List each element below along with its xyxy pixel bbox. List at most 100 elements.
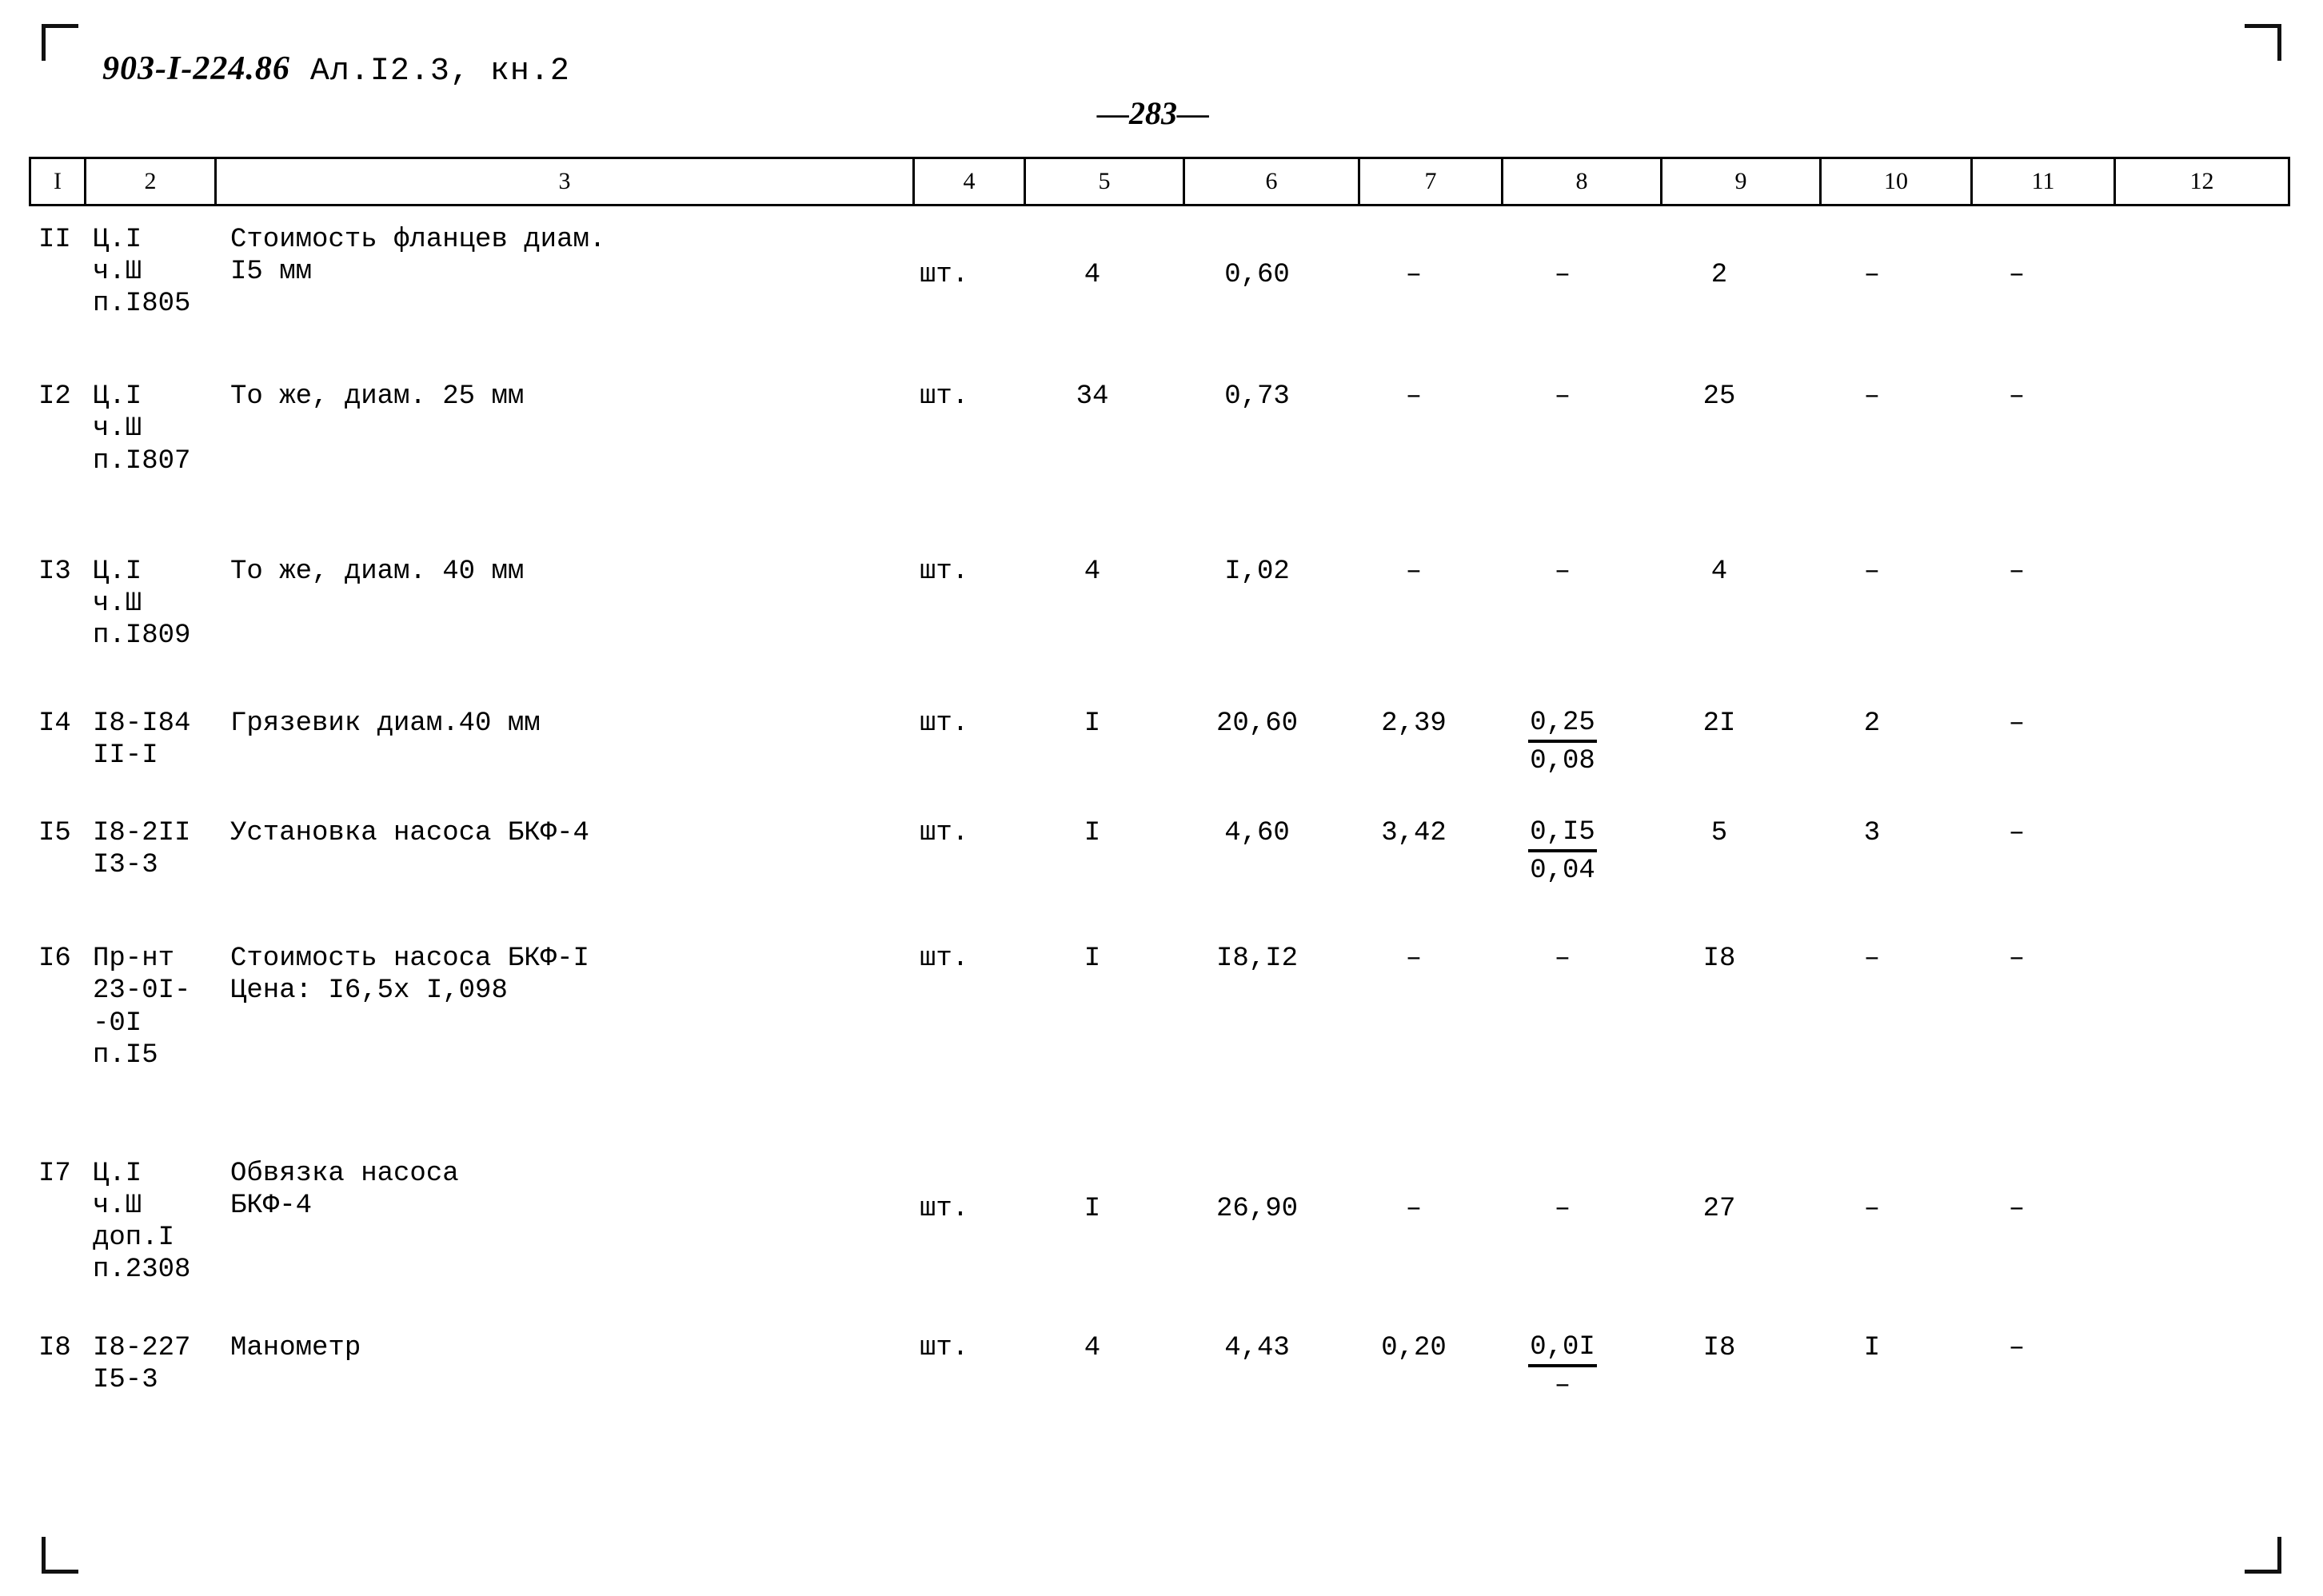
row-quantity: 4 (1084, 556, 1101, 587)
row-reference: Ц.I ч.Ш п.I807 (93, 381, 191, 477)
row-col6-unit-cost: I,02 (1224, 556, 1290, 587)
row-spacer (29, 1071, 2290, 1121)
row-col9-total: 5 (1710, 818, 1728, 849)
column-header-11: 11 (1970, 157, 2116, 206)
row-reference: I8-I84 II-I (93, 708, 191, 772)
table-row[interactable]: I4 I8-I84 II-I Грязевик диам.40 мм шт. I 20,6… (29, 688, 2290, 777)
row-col11: – (2008, 1333, 2026, 1364)
table-row[interactable]: I7 Ц.I ч.Ш доп.I п.2308 Обвязка насоса БКФ… (29, 1121, 2290, 1286)
row-description: Установка насоса БКФ-4 (230, 818, 589, 849)
row-number: I2 (38, 381, 71, 413)
row-col12 (2087, 1300, 2290, 1402)
row-col6-unit-cost: 4,43 (1224, 1333, 1290, 1364)
row-spacer-cell (29, 1071, 2290, 1121)
row-col12 (2087, 800, 2290, 887)
row-number: I3 (38, 556, 71, 587)
fraction-denominator: 0,04 (1530, 856, 1595, 887)
row-col7-labour: 2,39 (1381, 708, 1447, 739)
row-spacer-cell (29, 477, 2290, 529)
row-quantity: I (1084, 818, 1101, 849)
column-header-3: 3 (214, 157, 915, 206)
column-header-7: 7 (1358, 157, 1503, 206)
row-description: Стоимость фланцев диам. I5 мм (230, 225, 606, 288)
row-description: То же, диам. 40 мм (230, 556, 525, 587)
row-number: I7 (38, 1158, 71, 1189)
table-row[interactable]: II Ц.I ч.Ш п.I805 Стоимость фланцев диам. … (29, 205, 2290, 320)
table-row[interactable]: I6 Пр-нт 23-0I- -0I п.I5 Стоимость насоса … (29, 924, 2290, 1071)
column-header-10: 10 (1819, 157, 1973, 206)
column-header-5: 5 (1024, 157, 1185, 206)
row-col7-labour: – (1405, 944, 1423, 975)
row-unit: шт. (920, 260, 969, 290)
row-spacer-cell (29, 1286, 2290, 1300)
fraction-denominator: – (1554, 1371, 1571, 1402)
row-reference: I8-2II I3-3 (93, 818, 191, 881)
crop-mark-bottom-left-icon (42, 1537, 78, 1574)
fraction-numerator: 0,I5 (1528, 817, 1597, 853)
row-col11: – (2008, 944, 2026, 975)
row-col12 (2087, 924, 2290, 1071)
row-col10: 2 (1863, 708, 1881, 739)
row-col7-labour: – (1405, 1193, 1423, 1224)
fraction-denominator: 0,08 (1530, 746, 1595, 777)
row-col6-unit-cost: 0,60 (1224, 260, 1290, 290)
row-quantity: 4 (1084, 260, 1101, 290)
row-number: I8 (38, 1333, 71, 1364)
row-col10: I (1863, 1333, 1881, 1364)
row-col12 (2087, 688, 2290, 777)
row-col10: – (1863, 944, 1881, 975)
row-reference: Пр-нт 23-0I- -0I п.I5 (93, 944, 191, 1071)
fraction-value: 0,I5 0,04 (1528, 817, 1597, 886)
row-col7-labour: – (1405, 260, 1423, 290)
table-row[interactable]: I8 I8-227 I5-3 Манометр шт. 4 4,43 0,20 0,0I – I8… (29, 1300, 2290, 1402)
row-description: Обвязка насоса БКФ-4 (230, 1158, 459, 1221)
table-row[interactable]: I3 Ц.I ч.Ш п.I809 То же, диам. 40 мм шт. 4 I,… (29, 529, 2290, 652)
row-col6-unit-cost: 0,73 (1224, 381, 1290, 413)
row-col8-machine-cost: – (1554, 944, 1571, 975)
row-col10: – (1863, 1193, 1881, 1224)
table-row[interactable]: I5 I8-2II I3-3 Установка насоса БКФ-4 шт. I 4… (29, 800, 2290, 887)
row-quantity: I (1084, 944, 1101, 975)
row-unit: шт. (920, 818, 969, 849)
row-quantity: I (1084, 708, 1101, 739)
row-col8-machine-cost: – (1554, 260, 1571, 290)
row-col10: – (1863, 556, 1881, 587)
crop-mark-top-left-icon (42, 24, 78, 61)
row-col10: – (1863, 260, 1881, 290)
row-col9-total: 4 (1710, 556, 1728, 587)
row-col9-total: 2I (1702, 708, 1736, 739)
column-header-12: 12 (2113, 157, 2290, 206)
row-description: Грязевик диам.40 мм (230, 708, 541, 739)
row-reference: I8-227 I5-3 (93, 1333, 191, 1396)
row-number: II (38, 225, 71, 255)
row-unit: шт. (920, 381, 969, 413)
row-col7-labour: – (1405, 381, 1423, 413)
page-number: —283— (1097, 95, 1209, 131)
row-col11: – (2008, 381, 2026, 413)
row-spacer-cell (29, 777, 2290, 800)
column-header-row: I 2 3 4 5 6 7 8 9 10 11 12 (29, 157, 2290, 206)
fraction-value: 0,0I – (1528, 1332, 1597, 1401)
row-unit: шт. (920, 556, 969, 587)
crop-mark-top-right-icon (2245, 24, 2281, 61)
document-page: 903-I-224.86 Ал.I2.3, кн.2 —283— I 2 3 4… (0, 0, 2323, 1596)
row-spacer (29, 777, 2290, 800)
column-header-table: I 2 3 4 5 6 7 8 9 10 11 12 (29, 157, 2290, 206)
row-col8-machine-cost: 0,25 0,08 (1484, 688, 1641, 777)
row-col12 (2087, 1121, 2290, 1286)
row-unit: шт. (920, 708, 969, 739)
row-col11: – (2008, 708, 2026, 739)
row-col10: 3 (1863, 818, 1881, 849)
row-col10: – (1863, 381, 1881, 413)
row-reference: Ц.I ч.Ш п.I805 (93, 225, 191, 320)
row-number: I4 (38, 708, 71, 739)
row-description: Манометр (230, 1333, 361, 1364)
row-col9-total: 2 (1710, 260, 1728, 290)
row-reference: Ц.I ч.Ш п.I809 (93, 556, 191, 651)
row-spacer-cell (29, 320, 2290, 357)
table-row[interactable]: I2 Ц.I ч.Ш п.I807 То же, диам. 25 мм шт. 34 0… (29, 357, 2290, 477)
crop-mark-bottom-right-icon (2245, 1537, 2281, 1574)
row-spacer-cell (29, 887, 2290, 924)
row-col11: – (2008, 1193, 2026, 1224)
column-header-1: I (29, 157, 86, 206)
